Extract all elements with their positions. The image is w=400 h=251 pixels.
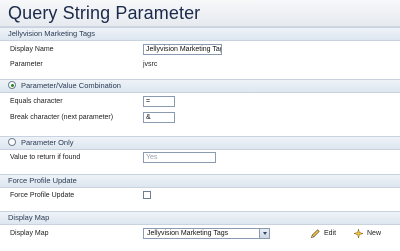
- new-button[interactable]: New: [353, 228, 381, 239]
- new-label: New: [367, 230, 382, 237]
- section-title: Display Map: [8, 213, 50, 222]
- title-bar: Query String Parameter: [0, 0, 400, 27]
- section-header-force-profile: Force Profile Update: [0, 174, 400, 188]
- section-title: Parameter Only: [21, 138, 74, 147]
- pencil-icon: [311, 229, 320, 238]
- section-header-display-map: Display Map: [0, 211, 400, 225]
- display-name-input[interactable]: Jellyvision Marketing Tags: [143, 44, 222, 55]
- param-only-radio[interactable]: [8, 138, 16, 146]
- section-header-main: Jellyvision Marketing Tags: [0, 27, 400, 41]
- page-title: Query String Parameter: [8, 3, 201, 23]
- param-value-radio[interactable]: [8, 81, 16, 89]
- equals-char-label: Equals character: [10, 98, 63, 105]
- break-char-label: Break character (next parameter): [10, 114, 114, 121]
- section-header-param-value[interactable]: Parameter/Value Combination: [0, 79, 400, 93]
- equals-char-input[interactable]: =: [143, 96, 175, 107]
- section-title: Jellyvision Marketing Tags: [8, 29, 95, 38]
- return-value-input[interactable]: Yes: [143, 152, 216, 163]
- section-title: Force Profile Update: [8, 176, 77, 185]
- display-map-select[interactable]: Jellyvision Marketing Tags: [143, 228, 270, 239]
- force-profile-checkbox[interactable]: [143, 191, 151, 199]
- display-map-selected: Jellyvision Marketing Tags: [147, 230, 229, 237]
- display-map-label: Display Map: [10, 230, 49, 237]
- new-item-icon: [353, 228, 364, 239]
- chevron-down-icon[interactable]: [259, 229, 269, 238]
- section-header-param-only[interactable]: Parameter Only: [0, 136, 400, 150]
- break-char-input[interactable]: &: [143, 112, 175, 123]
- parameter-label: Parameter: [10, 61, 43, 68]
- section-title: Parameter/Value Combination: [21, 81, 121, 90]
- parameter-value: jvsrc: [143, 61, 158, 68]
- force-profile-label: Force Profile Update: [10, 192, 75, 199]
- edit-button[interactable]: Edit: [310, 228, 336, 239]
- display-name-label: Display Name: [10, 46, 54, 53]
- return-value-label: Value to return if found: [10, 154, 81, 161]
- edit-label: Edit: [324, 230, 337, 237]
